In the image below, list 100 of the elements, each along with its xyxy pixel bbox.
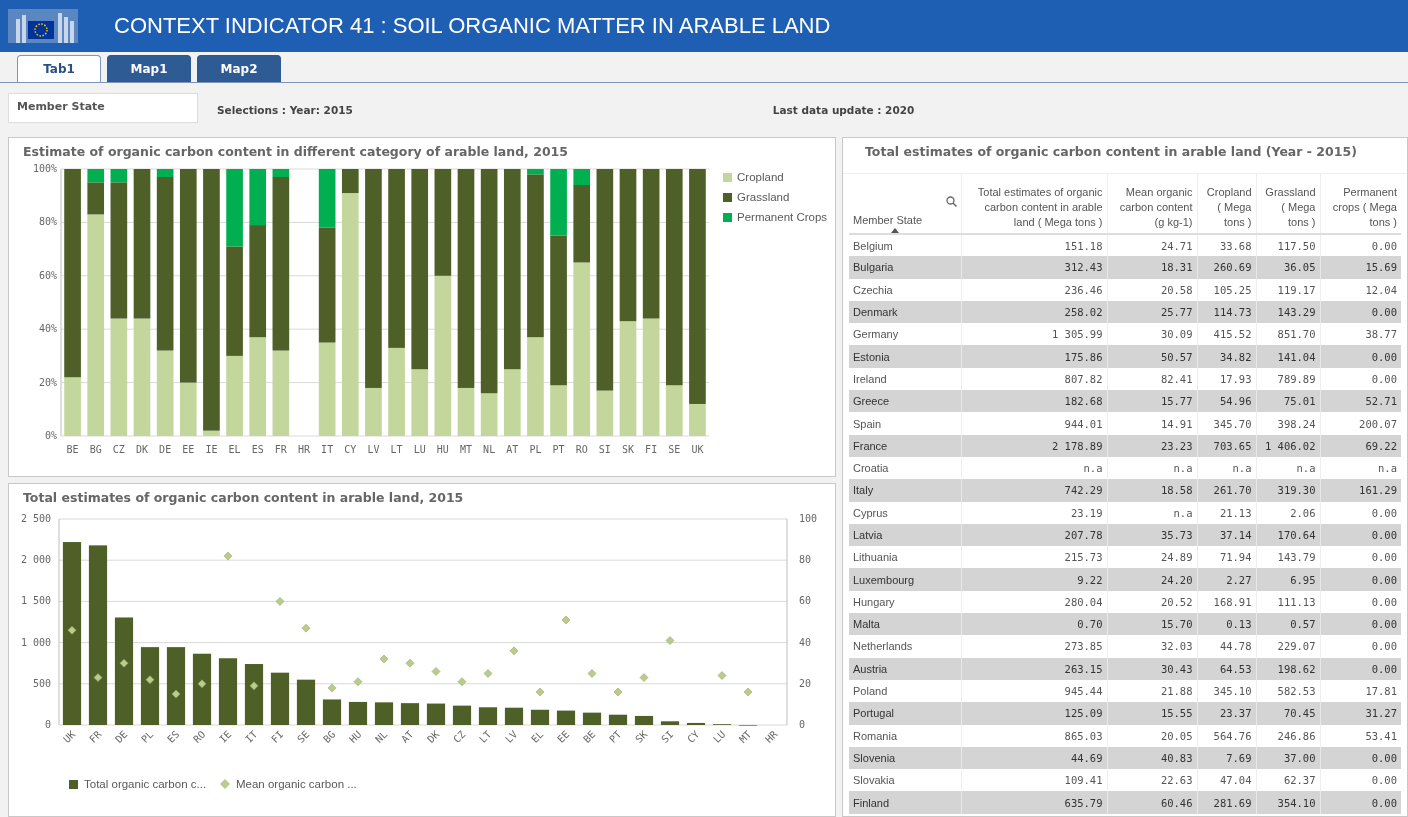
table-cell: 398.24: [1256, 412, 1320, 435]
axis-label: LV: [503, 728, 520, 745]
chart-bar: [660, 721, 680, 725]
axis-label: 80: [799, 554, 812, 566]
table-cell: 564.76: [1197, 724, 1256, 747]
column-header[interactable]: Permanent crops ( Mega tons ): [1320, 174, 1401, 234]
chart-title: Estimate of organic carbon content in different category of arable land, 2015: [22, 143, 569, 161]
table-cell: 54.96: [1197, 390, 1256, 413]
page-title: CONTEXT INDICATOR 41 : SOIL ORGANIC MATTER IN ARABLE LAND: [114, 13, 831, 39]
data-point: [483, 669, 493, 678]
axis-label: FI: [645, 444, 658, 455]
data-point: [327, 683, 337, 693]
table-cell: 15.55: [1107, 702, 1197, 725]
data-point: [743, 687, 753, 697]
data-point: [249, 681, 259, 691]
table-cell: Slovakia: [849, 769, 961, 792]
table-cell: 263.15: [961, 657, 1107, 680]
table-cell: 161.29: [1320, 479, 1401, 502]
table-cell: Luxembourg: [849, 568, 961, 591]
axis-label: HR: [763, 728, 780, 745]
table-cell: 69.22: [1320, 434, 1401, 457]
data-point: [93, 673, 103, 682]
table-cell: 2.27: [1197, 568, 1256, 591]
axis-label: 60: [799, 595, 812, 607]
table-cell: 354.10: [1256, 791, 1320, 814]
chart-bar: [348, 701, 368, 725]
data-point: [431, 667, 441, 676]
axis-label: BE: [581, 728, 598, 745]
chart-bar: [400, 703, 420, 725]
chart-bar: [556, 710, 576, 725]
data-point: [535, 687, 545, 697]
table-cell: Denmark: [849, 300, 961, 324]
column-header[interactable]: Total estimates of organic carbon content in arable land ( Mega tons ): [961, 174, 1107, 234]
table-cell: 75.01: [1256, 390, 1320, 413]
axis-label: CY: [344, 444, 357, 455]
table-cell: 44.69: [961, 746, 1107, 770]
column-header[interactable]: Mean organic carbon content (g kg-1): [1107, 174, 1197, 234]
legend-swatch: [723, 173, 732, 182]
axis-label: 0%: [44, 430, 57, 441]
axis-label: ES: [251, 444, 264, 455]
table-cell: 125.09: [961, 702, 1107, 725]
axis-label: SI: [598, 444, 611, 455]
table-cell: 6.95: [1256, 568, 1320, 591]
chart-bar: [504, 707, 524, 725]
axis-label: SK: [633, 728, 650, 745]
chart-bar: [530, 709, 550, 725]
table-cell: 53.41: [1320, 724, 1401, 747]
column-header[interactable]: Grassland ( Mega tons ): [1256, 174, 1320, 234]
chart-bar: [218, 658, 238, 725]
table-cell: 31.27: [1320, 702, 1401, 725]
legend-label: Permanent Crops: [737, 211, 828, 223]
table-cell: 182.68: [961, 390, 1107, 413]
table-cell: Croatia: [849, 456, 961, 480]
axis-label: PT: [607, 728, 624, 745]
tab[interactable]: Tab1: [17, 55, 101, 82]
data-point: [223, 551, 233, 561]
axis-label: 80%: [38, 216, 57, 228]
axis-label: 0: [44, 719, 51, 730]
chart-bar: [582, 712, 602, 725]
table-cell: 20.05: [1107, 724, 1197, 747]
axis-label: DK: [425, 728, 442, 745]
table-cell: 261.70: [1197, 479, 1256, 502]
tab[interactable]: Map2: [197, 55, 281, 82]
axis-label: 20%: [38, 376, 57, 388]
table-cell: 14.91: [1107, 412, 1197, 435]
table-cell: 273.85: [961, 635, 1107, 658]
flag-logo-icon: [8, 9, 78, 43]
table-cell: 20.58: [1107, 278, 1197, 301]
axis-label: SI: [659, 728, 676, 745]
table-cell: 2.06: [1256, 501, 1320, 524]
chart-bar: [478, 707, 498, 725]
chart-bar: [634, 715, 654, 725]
column-header[interactable]: Cropland ( Mega tons ): [1197, 174, 1256, 234]
search-icon[interactable]: [945, 196, 957, 207]
table-cell: 246.86: [1256, 724, 1320, 747]
column-header[interactable]: Member State: [853, 213, 923, 228]
axis-label: IT: [321, 444, 334, 455]
axis-label: AT: [399, 728, 416, 745]
filter-listbox[interactable]: Member State: [8, 93, 198, 123]
chart-bar: [686, 722, 706, 725]
table-cell: Germany: [849, 323, 961, 346]
table-cell: 0.57: [1256, 613, 1320, 636]
table-cell: 24.20: [1107, 568, 1197, 591]
table-cell: 35.73: [1107, 523, 1197, 547]
tab[interactable]: Map1: [107, 55, 191, 82]
axis-label: EL: [228, 444, 241, 455]
axis-label: PL: [139, 728, 156, 745]
table-cell: 30.43: [1107, 657, 1197, 680]
data-point: [561, 615, 571, 625]
axis-label: EL: [529, 728, 546, 745]
table-cell: 0.00: [1320, 791, 1401, 814]
axis-label: PL: [529, 444, 542, 455]
axis-label: 2 000: [20, 554, 51, 566]
table-cell: Ireland: [849, 367, 961, 391]
axis-label: BG: [89, 444, 102, 455]
axis-label: HR: [298, 444, 310, 455]
table-cell: Austria: [849, 657, 961, 680]
table-cell: 12.04: [1320, 278, 1401, 301]
legend-label: Total organic carbon c...: [84, 778, 207, 790]
table-cell: 15.70: [1107, 613, 1197, 636]
